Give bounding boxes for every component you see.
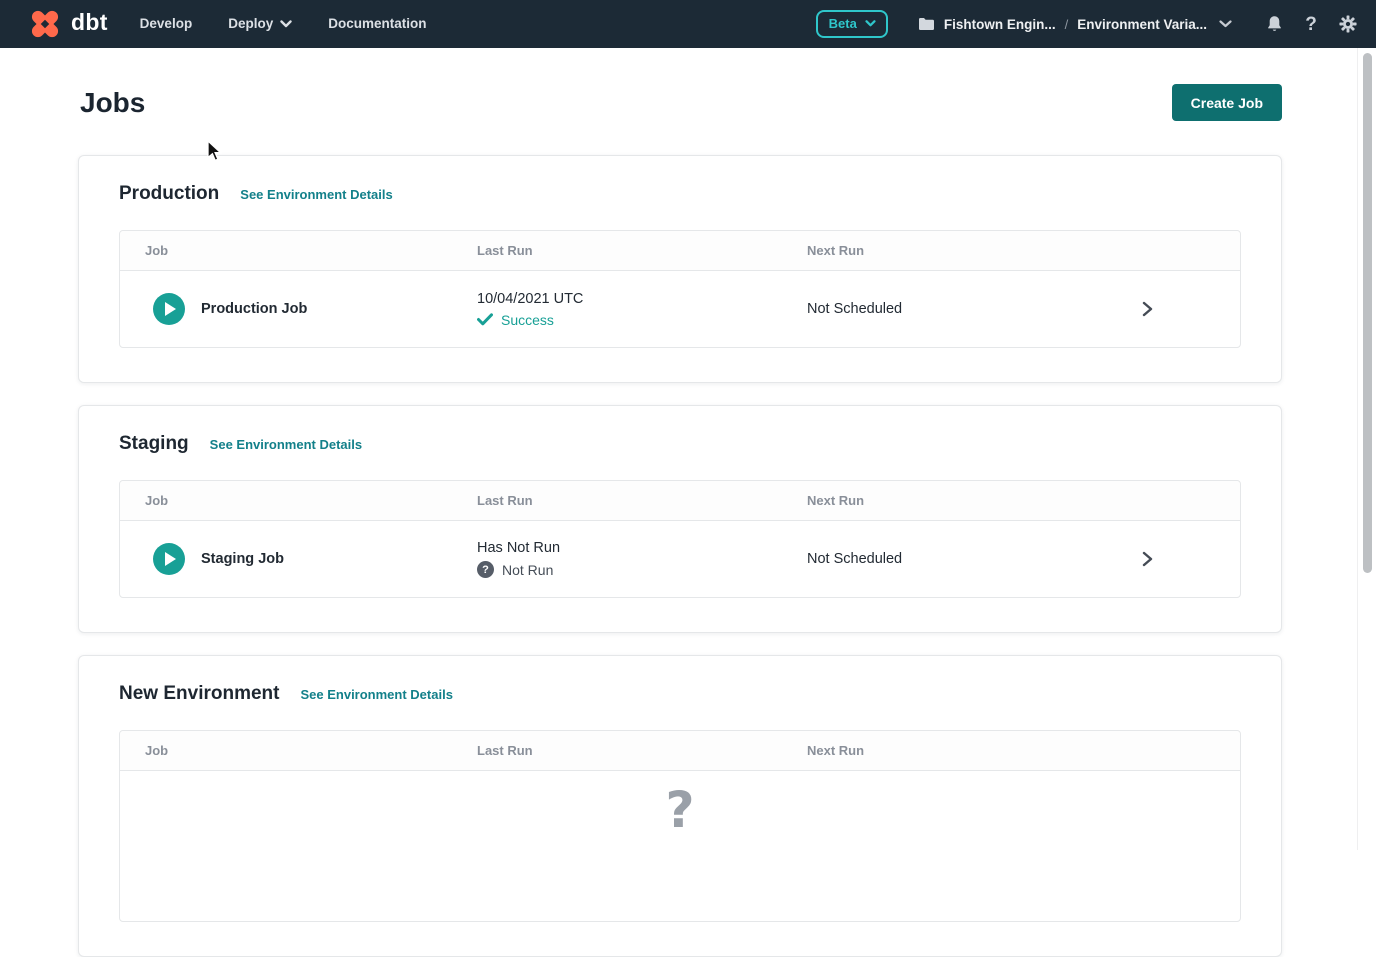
column-header-next-run: Next Run xyxy=(807,243,1130,258)
job-row[interactable]: Production Job 10/04/2021 UTC ? Success … xyxy=(120,271,1240,347)
navbar-right: Beta Fishtown Engin... / Environment Var… xyxy=(816,10,1358,38)
environment-name: Staging xyxy=(119,433,189,455)
empty-state-row: ? xyxy=(120,771,1240,921)
environment-card: Production See Environment Details Job L… xyxy=(78,155,1282,383)
row-chevron-cell xyxy=(1130,300,1240,318)
jobs-table-body: Production Job 10/04/2021 UTC ? Success … xyxy=(120,271,1240,347)
breadcrumb-section[interactable]: Environment Varia... xyxy=(1077,17,1207,32)
next-run-cell: Not Scheduled xyxy=(807,301,1130,317)
column-header-job: Job xyxy=(145,243,477,258)
row-chevron-cell xyxy=(1130,550,1240,568)
run-job-play-button[interactable] xyxy=(153,543,185,575)
last-run-date: Has Not Run xyxy=(477,540,807,556)
page-title: Jobs xyxy=(80,87,145,119)
last-run-cell: Has Not Run ? Not Run xyxy=(477,540,807,578)
gear-icon[interactable] xyxy=(1338,14,1358,34)
environment-card-header: New Environment See Environment Details xyxy=(119,683,1241,705)
last-run-cell: 10/04/2021 UTC ? Success xyxy=(477,291,807,328)
see-environment-details-link[interactable]: See Environment Details xyxy=(300,687,452,702)
create-job-button[interactable]: Create Job xyxy=(1172,84,1282,121)
question-mark-icon: ? xyxy=(665,785,694,921)
question-circle-icon: ? xyxy=(477,561,494,578)
environment-name: Production xyxy=(119,183,219,205)
chevron-down-icon xyxy=(1219,20,1232,28)
jobs-table: Job Last Run Next Run ? xyxy=(119,730,1241,922)
help-icon[interactable]: ? xyxy=(1301,14,1321,34)
column-header-job: Job xyxy=(145,743,477,758)
bell-icon[interactable] xyxy=(1264,14,1284,34)
column-header-next-run: Next Run xyxy=(807,493,1130,508)
environment-card: Staging See Environment Details Job Last… xyxy=(78,405,1282,633)
breadcrumb-separator: / xyxy=(1065,17,1069,32)
nav-documentation[interactable]: Documentation xyxy=(328,0,426,48)
job-name: Production Job xyxy=(201,301,307,317)
job-cell: Staging Job xyxy=(145,543,477,575)
last-run-status: ? Success xyxy=(477,312,807,328)
next-run-cell: Not Scheduled xyxy=(807,551,1130,567)
jobs-table-header: Job Last Run Next Run xyxy=(120,481,1240,521)
environment-card: New Environment See Environment Details … xyxy=(78,655,1282,957)
environment-name: New Environment xyxy=(119,683,279,705)
navbar-icons: ? xyxy=(1264,14,1358,34)
see-environment-details-link[interactable]: See Environment Details xyxy=(210,437,362,452)
column-header-job: Job xyxy=(145,493,477,508)
status-text: Success xyxy=(501,312,554,328)
check-icon xyxy=(477,313,493,326)
job-row[interactable]: Staging Job Has Not Run ? Not Run Not Sc… xyxy=(120,521,1240,597)
jobs-table-header: Job Last Run Next Run xyxy=(120,231,1240,271)
column-header-last-run: Last Run xyxy=(477,243,807,258)
jobs-table-body: Staging Job Has Not Run ? Not Run Not Sc… xyxy=(120,521,1240,597)
dbt-logo-icon xyxy=(28,7,62,41)
jobs-table-header: Job Last Run Next Run xyxy=(120,731,1240,771)
chevron-right-icon[interactable] xyxy=(1138,300,1156,318)
play-icon xyxy=(165,302,176,316)
dbt-logo-text: dbt xyxy=(71,11,108,37)
main-nav: Develop Deploy Documentation xyxy=(140,0,427,48)
last-run-status: ? Not Run xyxy=(477,561,807,578)
column-header-last-run: Last Run xyxy=(477,493,807,508)
scrollbar-thumb[interactable] xyxy=(1363,53,1372,573)
status-text: Not Run xyxy=(502,562,553,578)
beta-dropdown[interactable]: Beta xyxy=(816,10,888,38)
chevron-down-icon xyxy=(280,20,292,28)
column-header-last-run: Last Run xyxy=(477,743,807,758)
environment-card-header: Staging See Environment Details xyxy=(119,433,1241,455)
environments: Production See Environment Details Job L… xyxy=(78,155,1282,957)
scrollbar-track[interactable] xyxy=(1357,48,1376,850)
page-header: Jobs Create Job xyxy=(78,84,1282,121)
job-cell: Production Job xyxy=(145,293,477,325)
breadcrumb-account[interactable]: Fishtown Engin... xyxy=(944,17,1056,32)
main-content: Jobs Create Job Production See Environme… xyxy=(0,84,1282,957)
jobs-table-body: ? xyxy=(120,771,1240,921)
folder-icon xyxy=(918,17,935,31)
job-name: Staging Job xyxy=(201,551,284,567)
run-job-play-button[interactable] xyxy=(153,293,185,325)
play-icon xyxy=(165,552,176,566)
jobs-table: Job Last Run Next Run Staging Job Has No… xyxy=(119,480,1241,598)
nav-develop[interactable]: Develop xyxy=(140,0,193,48)
top-navbar: dbt Develop Deploy Documentation Beta Fi… xyxy=(0,0,1376,48)
see-environment-details-link[interactable]: See Environment Details xyxy=(240,187,392,202)
environment-card-header: Production See Environment Details xyxy=(119,183,1241,205)
chevron-down-icon xyxy=(865,20,876,27)
jobs-table: Job Last Run Next Run Production Job 10/… xyxy=(119,230,1241,348)
last-run-date: 10/04/2021 UTC xyxy=(477,291,807,307)
account-breadcrumb[interactable]: Fishtown Engin... / Environment Varia... xyxy=(915,17,1232,32)
nav-deploy[interactable]: Deploy xyxy=(228,0,292,48)
dbt-logo[interactable]: dbt xyxy=(28,7,108,41)
column-header-next-run: Next Run xyxy=(807,743,1130,758)
chevron-right-icon[interactable] xyxy=(1138,550,1156,568)
